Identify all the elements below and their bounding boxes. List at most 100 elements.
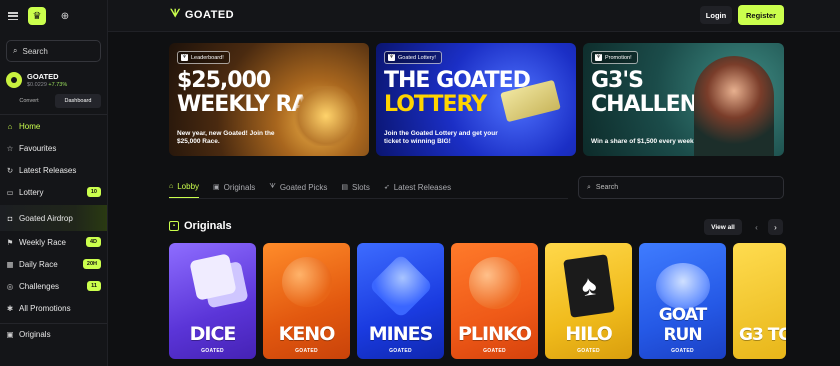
game-card-hilo[interactable]: ♠ HILO GOATED xyxy=(545,243,632,359)
top-bar: ᗐ GOATED Login Register xyxy=(108,0,840,32)
goat-image xyxy=(655,257,710,309)
tab-label: Goated Picks xyxy=(279,182,328,192)
brand-logo[interactable]: ᗐ GOATED xyxy=(170,8,234,21)
star-icon: ☆ xyxy=(6,143,14,153)
challenges-badge: 11 xyxy=(87,281,101,291)
target-icon: ◎ xyxy=(6,281,14,291)
sidebar: ♛ ⊕ ⌕ Search GOATED $0.0229 +7.73% Conve… xyxy=(0,0,108,366)
game-brand: GOATED xyxy=(671,348,694,354)
tab-lobby[interactable]: ⌂ Lobby xyxy=(169,176,200,198)
token-name: GOATED xyxy=(27,72,59,81)
chevron-left-icon[interactable]: ‹ xyxy=(749,219,764,235)
game-brand: GOATED xyxy=(201,348,224,354)
game-card-mines[interactable]: MINES GOATED xyxy=(357,243,444,359)
tag-logo-icon: ᗐ xyxy=(388,54,395,61)
tab-label: Lobby xyxy=(177,182,200,191)
gem-image xyxy=(367,253,434,319)
slots-icon: ▤ xyxy=(341,184,349,191)
game-brand: GOATED xyxy=(577,348,600,354)
register-button[interactable]: Register xyxy=(738,5,784,25)
search-icon: ⌕ xyxy=(13,46,18,55)
game-name: GOAT RUN xyxy=(658,305,707,345)
search-icon: ⌕ xyxy=(587,183,591,191)
sidebar-item-label: Lottery xyxy=(19,187,44,197)
view-all-button[interactable]: View all xyxy=(704,219,742,235)
gear-icon: ✱ xyxy=(6,303,14,313)
sidebar-item-weekly-race[interactable]: ⚑ Weekly Race 4D xyxy=(0,231,107,253)
sidebar-item-label: Goated Airdrop xyxy=(19,213,73,223)
convert-button[interactable]: Convert xyxy=(6,94,52,108)
token-tabs: Convert Dashboard xyxy=(6,94,101,108)
dice-image xyxy=(188,253,237,301)
tab-originals[interactable]: ▣ Originals xyxy=(213,176,255,198)
banner-tag-label: Leaderboard! xyxy=(191,54,224,61)
keno-balls-image xyxy=(281,257,332,307)
sidebar-item-challenges[interactable]: ◎ Challenges 11 xyxy=(0,275,107,297)
sidebar-search-label: Search xyxy=(22,46,48,56)
sidebar-item-label: Favourites xyxy=(19,143,57,153)
game-brand: GOATED xyxy=(389,348,412,354)
sidebar-item-latest-releases[interactable]: ↻ Latest Releases xyxy=(0,159,107,181)
originals-carousel: DICE GOATED KENO GOATED MINES GOATED PLI… xyxy=(169,243,786,359)
banner-tag: ᗐ Promotion! xyxy=(591,51,638,64)
game-brand: GOATED xyxy=(483,348,506,354)
banner-weekly-race[interactable]: ᗐ Leaderboard! $25,000 WEEKLY RACE New ye… xyxy=(169,43,369,156)
banner-challenge[interactable]: ᗐ Promotion! G3'S CHALLENGE Win a share o… xyxy=(583,43,784,156)
token-price: $0.0229 xyxy=(27,82,47,88)
sidebar-item-goated-airdrop[interactable]: ◘ Goated Airdrop xyxy=(0,205,107,231)
game-name: PLINKO xyxy=(457,323,532,345)
sidebar-search[interactable]: ⌕ Search xyxy=(6,40,101,62)
search-placeholder: Search xyxy=(595,184,619,191)
game-card-g3-tower[interactable]: G3 TO xyxy=(733,243,786,359)
game-card-plinko[interactable]: PLINKO GOATED xyxy=(451,243,538,359)
treasure-chest-image xyxy=(291,86,361,146)
sidebar-item-label: Originals xyxy=(19,330,51,339)
ticket-icon: ▭ xyxy=(6,187,14,197)
sidebar-item-all-promotions[interactable]: ✱ All Promotions xyxy=(0,297,107,319)
sidebar-item-originals[interactable]: ▣ Originals xyxy=(0,323,107,345)
game-card-keno[interactable]: KENO GOATED xyxy=(263,243,350,359)
grid-icon: ▣ xyxy=(6,330,14,339)
token-change: +7.73% xyxy=(48,82,68,88)
sidebar-item-lottery[interactable]: ▭ Lottery 10 xyxy=(0,181,107,203)
character-image xyxy=(694,56,774,156)
banner-lottery[interactable]: ᗐ Goated Lottery! THE GOATED LOTTERY Join… xyxy=(376,43,576,156)
tab-latest-releases[interactable]: ➶ Latest Releases xyxy=(384,176,451,198)
gift-icon: ◘ xyxy=(7,213,13,223)
home-icon: ⌂ xyxy=(7,121,13,131)
tab-slots[interactable]: ▤ Slots xyxy=(341,176,369,198)
sidebar-item-home[interactable]: ⌂ Home xyxy=(0,115,107,137)
search-input[interactable]: ⌕ Search xyxy=(578,176,784,199)
banner-tag: ᗐ Leaderboard! xyxy=(177,51,230,64)
casino-toggle-icon[interactable]: ♛ xyxy=(28,7,46,25)
dashboard-button[interactable]: Dashboard xyxy=(55,94,101,108)
globe-icon[interactable]: ⊕ xyxy=(56,7,74,25)
sidebar-item-label: All Promotions xyxy=(19,303,71,313)
game-name: MINES xyxy=(368,323,434,345)
grid-icon: ▪ xyxy=(169,221,179,231)
brand-name: GOATED xyxy=(184,8,235,21)
token-widget: GOATED $0.0229 +7.73% xyxy=(6,72,101,88)
tag-logo-icon: ᗐ xyxy=(595,54,602,61)
game-card-goat-run[interactable]: GOAT RUN GOATED xyxy=(639,243,726,359)
tab-label: Originals xyxy=(223,182,256,192)
banner-tag-label: Promotion! xyxy=(605,54,632,61)
login-button[interactable]: Login xyxy=(700,6,732,24)
banner-headline-line1: THE GOATED xyxy=(384,68,531,93)
menu-icon[interactable] xyxy=(8,12,18,20)
sidebar-item-favourites[interactable]: ☆ Favourites xyxy=(0,137,107,159)
game-brand: GOATED xyxy=(295,348,318,354)
banner-subtext: Join the Goated Lottery and get your tic… xyxy=(384,130,498,145)
sidebar-item-daily-race[interactable]: ▦ Daily Race 20H xyxy=(0,253,107,275)
banner-subtext: New year, new Goated! Join the $25,000 R… xyxy=(177,130,275,145)
sidebar-item-label: Weekly Race xyxy=(19,237,66,247)
banner-tag: ᗐ Goated Lottery! xyxy=(384,51,442,64)
lobby-tabs: ⌂ Lobby ▣ Originals ᗐ Goated Picks ▤ Slots ➶… xyxy=(169,176,451,198)
game-card-dice[interactable]: DICE GOATED xyxy=(169,243,256,359)
game-name: HILO xyxy=(565,323,613,345)
game-name: KENO xyxy=(278,323,336,345)
sidebar-item-label: Latest Releases xyxy=(19,165,77,175)
lottery-badge: 10 xyxy=(86,187,101,197)
tab-goated-picks[interactable]: ᗐ Goated Picks xyxy=(269,176,327,198)
chevron-right-icon[interactable]: › xyxy=(768,219,783,235)
